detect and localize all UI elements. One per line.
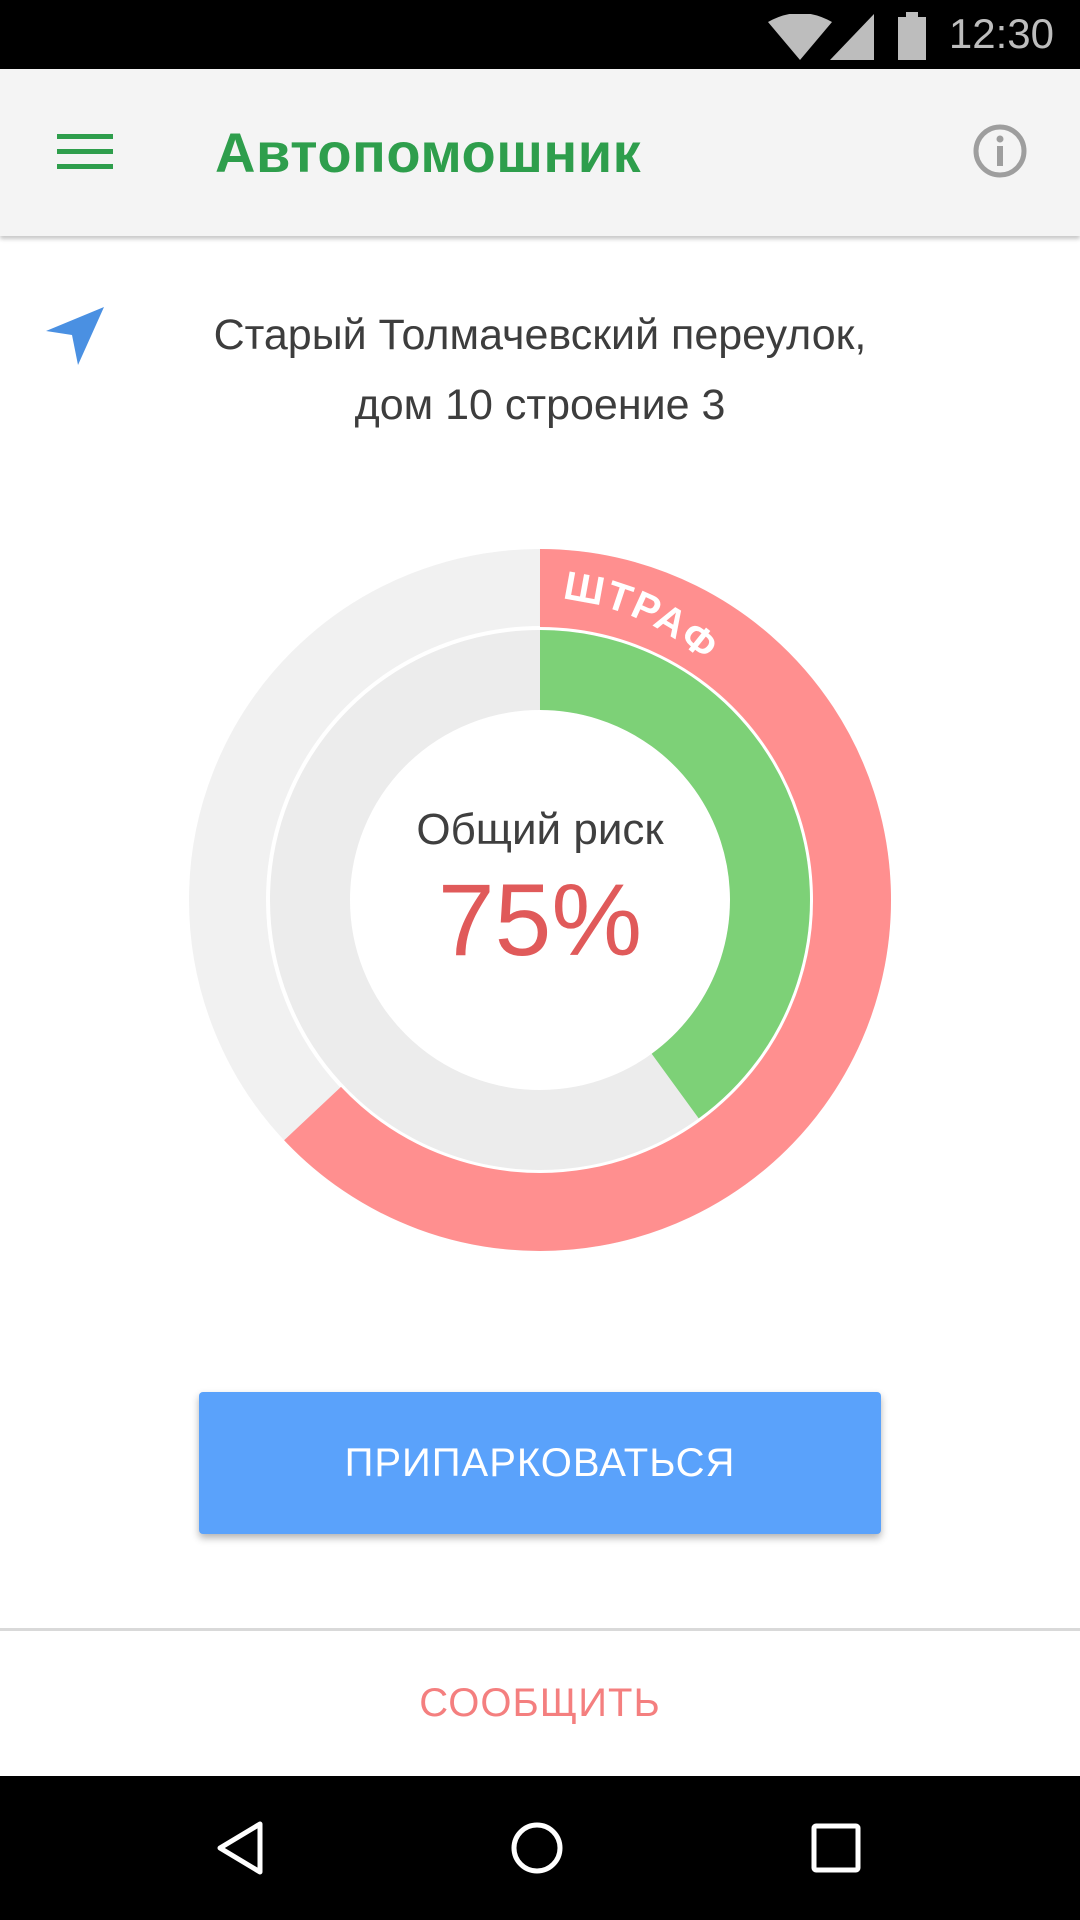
back-icon <box>217 1821 263 1875</box>
menu-button[interactable] <box>40 107 130 197</box>
cell-signal-icon <box>830 14 874 60</box>
report-button[interactable]: СООБЩИТЬ <box>0 1631 1080 1776</box>
recents-icon <box>811 1823 861 1873</box>
risk-label: Общий риск <box>416 805 664 854</box>
navigation-arrow-icon <box>46 307 104 365</box>
risk-value: 75% <box>437 863 643 977</box>
info-button[interactable] <box>960 111 1040 191</box>
home-button[interactable] <box>487 1798 587 1898</box>
app-bar: Автопомошник <box>0 69 1080 236</box>
status-time: 12:30 <box>948 10 1054 57</box>
nav-bar <box>0 1776 1080 1920</box>
battery-icon <box>898 12 926 60</box>
status-bar: 12:30 <box>0 0 1080 69</box>
chart-center: Общий риск 75% <box>340 800 740 976</box>
address-line-1: Старый Толмачевский переулок, <box>213 311 867 359</box>
wifi-icon <box>768 14 832 60</box>
recents-button[interactable] <box>786 1798 886 1898</box>
park-button[interactable]: ПРИПАРКОВАТЬСЯ <box>199 1392 881 1534</box>
back-button[interactable] <box>190 1798 290 1898</box>
menu-icon <box>57 134 113 169</box>
app-title: Автопомошник <box>215 121 642 184</box>
info-icon <box>973 124 1027 178</box>
address: Старый Толмачевский переулок, дом 10 стр… <box>140 300 940 440</box>
risk-chart: ЭВАКУАЦИЯ ШТРАФ Общий риск 75% <box>0 420 1080 1300</box>
home-icon <box>511 1822 563 1874</box>
